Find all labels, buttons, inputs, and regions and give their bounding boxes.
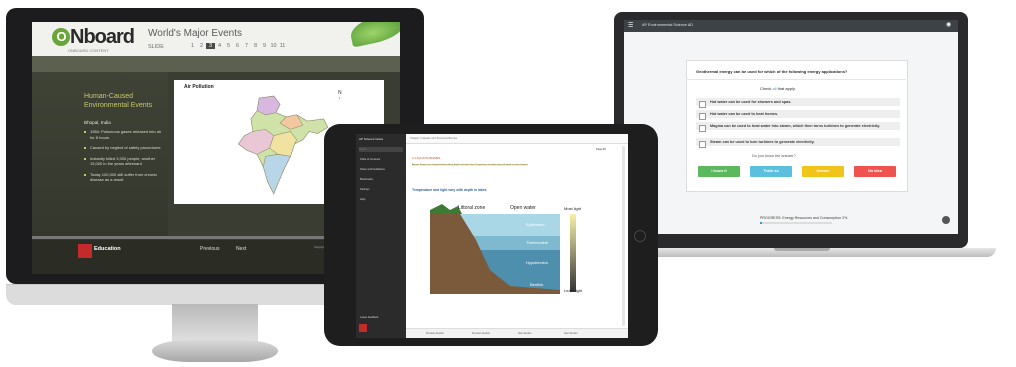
home-button-icon[interactable] [634, 230, 646, 242]
slide-number[interactable]: 3 [206, 43, 215, 49]
slide-number[interactable]: 6 [233, 43, 242, 49]
prev-section-button[interactable]: Previous Section [426, 332, 444, 335]
progress-label: PROGRESS: Energy Resources and Consumpti… [760, 216, 848, 220]
checkbox[interactable] [699, 101, 706, 108]
slide-number[interactable]: 10 [269, 43, 278, 49]
page-indicator: Page 99 [596, 148, 606, 151]
slide-heading: Human-Caused Environmental Events [84, 93, 153, 109]
instruction-text: Check all that apply. [760, 86, 796, 91]
publisher-name: Education [94, 246, 121, 252]
logo-text: Nboard [70, 26, 135, 48]
slide-number[interactable]: 1 [188, 43, 197, 49]
bullet-item: Caused by neglect of safety procedures [84, 145, 166, 151]
slide-number[interactable]: 4 [215, 43, 224, 49]
slide-number[interactable]: 7 [242, 43, 251, 49]
fig-label-littoral: Littoral zone [458, 205, 485, 211]
slide-number[interactable]: 5 [224, 43, 233, 49]
sidebar-item-settings[interactable]: Settings [360, 188, 369, 191]
menu-icon[interactable]: ☰ [628, 22, 633, 29]
lake-zones-figure: Littoral zone Open water Most light Leas… [430, 200, 590, 294]
answer-option[interactable]: Hot water can be used to heat homes. [696, 110, 900, 120]
fig-label-open-water: Open water [510, 205, 536, 211]
sidebar-title: AP Science Notes [359, 137, 384, 141]
slide-pager: 1 2 3 4 5 6 7 8 9 10 11 [188, 43, 287, 49]
monitor-stand [172, 304, 258, 344]
map-card-title: Air Pollution [184, 84, 214, 90]
unsure-button[interactable]: Unsure [802, 166, 844, 177]
app-title: AP Environmental Science AD [642, 23, 694, 27]
slide-number[interactable]: 2 [197, 43, 206, 49]
no-idea-button[interactable]: No idea [854, 166, 896, 177]
sidebar-item-contents[interactable]: Table of Contents [360, 158, 380, 161]
fig-label-thermocline: Thermocline [526, 240, 549, 245]
next-button[interactable]: Next [236, 246, 246, 252]
answer-option[interactable]: Magma can be used to heat water into ste… [696, 122, 900, 132]
checkbox[interactable] [699, 125, 706, 132]
previous-button[interactable]: Previous [200, 246, 219, 252]
profile-icon[interactable] [942, 216, 950, 224]
sidebar-item-bookmarks[interactable]: Bookmarks [360, 178, 373, 181]
breadcrumb: Chapter 3 Aquatic and Terrestrial Biomes [410, 137, 458, 140]
card-divider [686, 79, 906, 80]
slide-number[interactable]: 9 [260, 43, 269, 49]
bullet-item: 1984: Poisonous gases released into air … [84, 129, 166, 140]
scrollbar[interactable] [622, 146, 625, 326]
slide-number[interactable]: 8 [251, 43, 260, 49]
course-title: World's Major Events [148, 28, 242, 39]
feedback-link[interactable]: Leave feedback [360, 316, 378, 319]
india-map [237, 95, 329, 195]
fig-label-epilimnion: Epilimnion [526, 222, 544, 227]
i-know-it-button[interactable]: I know it [698, 166, 740, 177]
reader-bottombar: Previous Section Previous Section Next S… [406, 328, 628, 338]
tablet-screen: AP Science Notes Table of Contents Notes… [356, 134, 628, 338]
section-title: 3.1 AQUATIC BIOMES [412, 156, 441, 160]
fig-label-least-light: Least light [564, 288, 583, 293]
laptop-screen: ☰ AP Environmental Science AD ◉ Geotherm… [624, 20, 958, 234]
next-section-button[interactable]: Next Section [564, 332, 578, 335]
fig-label-benthic: Benthic [530, 282, 543, 287]
reader-sidebar [356, 134, 406, 338]
search-input[interactable] [359, 147, 403, 152]
publisher-logo-icon [359, 324, 367, 332]
sidebar-item-notes[interactable]: Notes and Guidelines [360, 168, 385, 171]
subheading: Temperature and light vary with depth in… [412, 188, 487, 192]
logo-badge: O [52, 28, 70, 46]
compass-icon: N ↑ [338, 90, 342, 102]
monitor-base [152, 340, 278, 362]
slide-strip [32, 56, 400, 72]
progress-bar [760, 222, 832, 224]
prev-section-button[interactable]: Previous Section [472, 332, 490, 335]
onboard-logo: O Nboard [52, 26, 135, 49]
laptop-notch [774, 248, 830, 251]
slide-label: SLIDE [148, 44, 164, 50]
body-text: Aquatic biomes are categorized by salini… [412, 164, 529, 166]
question-text: Geothermal energy can be used for which … [696, 69, 848, 74]
checkbox[interactable] [699, 113, 706, 120]
publisher-logo-icon [78, 244, 92, 258]
fig-label-hypolimnion: Hypolimnion [526, 260, 548, 265]
sidebar-item-help[interactable]: Help [360, 198, 365, 201]
answer-option[interactable]: Hot water can be used for showers and sp… [696, 98, 900, 108]
slide-location: Bhopal, India [84, 120, 111, 125]
confidence-prompt: Do you know the answer? [752, 154, 796, 158]
checkbox[interactable] [699, 141, 706, 148]
bullet-item: Today 100,000 still suffer from chronic … [84, 172, 166, 183]
think-so-button[interactable]: Think so [750, 166, 792, 177]
slide-number[interactable]: 11 [278, 43, 287, 49]
bullet-item: Instantly killed 3,000 people; another 1… [84, 156, 166, 167]
logo-tagline: ONBOARD CONTENT [68, 48, 109, 53]
progress-fill [760, 222, 762, 224]
slide-bullets: 1984: Poisonous gases released into air … [84, 129, 166, 188]
fig-label-most-light: Most light [564, 206, 582, 211]
help-icon[interactable]: ◉ [946, 21, 951, 28]
next-section-button[interactable]: Next Section [518, 332, 532, 335]
answer-option[interactable]: Steam can be used to turn turbines to ge… [696, 138, 900, 148]
